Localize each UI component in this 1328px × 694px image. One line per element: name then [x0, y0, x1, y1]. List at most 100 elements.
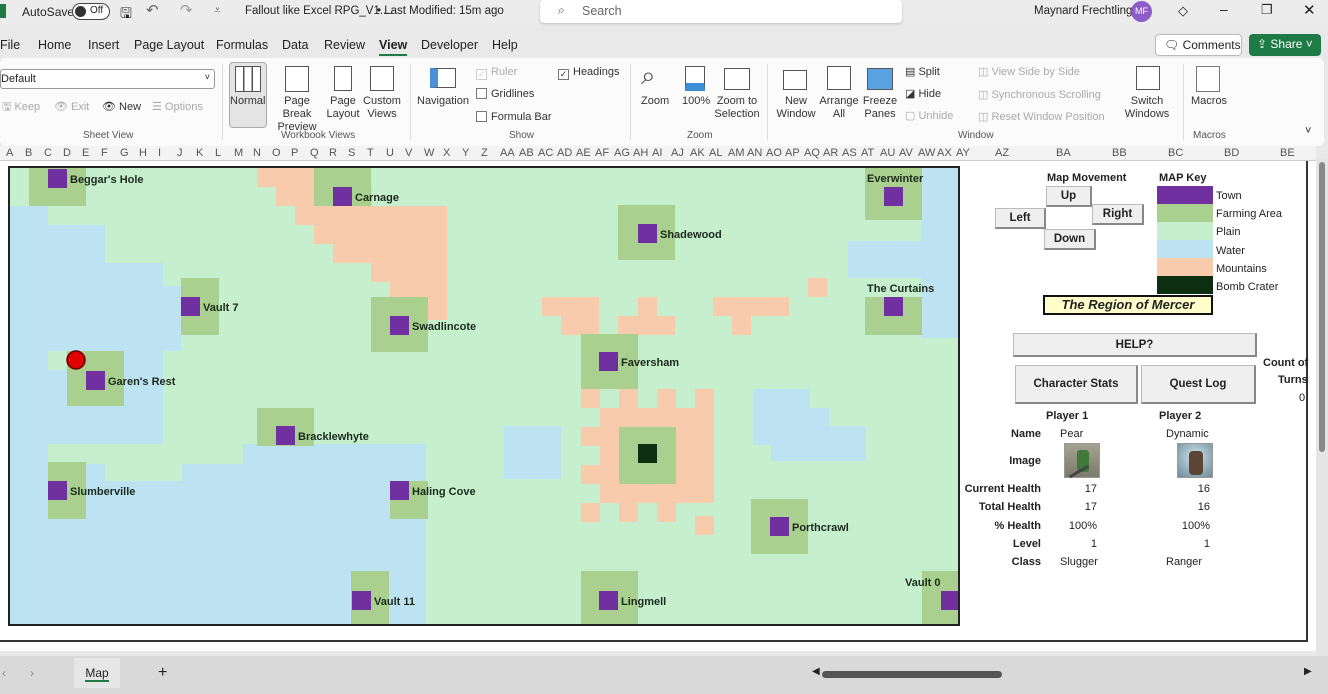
save-icon[interactable]: 🖫: [120, 3, 132, 27]
column-header-O[interactable]: O: [272, 147, 281, 159]
move-left-button[interactable]: Left: [995, 208, 1046, 229]
column-header-BC[interactable]: BC: [1168, 147, 1183, 159]
redo-icon[interactable]: ↷: [180, 1, 193, 19]
column-header-BE[interactable]: BE: [1280, 147, 1295, 159]
close-icon[interactable]: ✕: [1303, 1, 1316, 19]
column-header-S[interactable]: S: [348, 147, 355, 159]
add-sheet-icon[interactable]: +: [158, 664, 167, 682]
page-break-preview-button[interactable]: Page Break Preview: [270, 95, 324, 134]
column-header-D[interactable]: D: [63, 147, 71, 159]
share-button[interactable]: ⇪ Share ˅: [1249, 34, 1321, 56]
avatar[interactable]: MF: [1131, 1, 1152, 22]
tab-formulas[interactable]: Formulas: [216, 38, 268, 52]
column-header-AM[interactable]: AM: [728, 147, 745, 159]
column-header-BA[interactable]: BA: [1056, 147, 1071, 159]
column-header-AI[interactable]: AI: [652, 147, 662, 159]
column-header-B[interactable]: B: [25, 147, 32, 159]
comments-button[interactable]: 🗨 Comments: [1155, 34, 1242, 56]
column-header-AW[interactable]: AW: [918, 147, 935, 159]
macros-button[interactable]: Macros: [1191, 95, 1227, 108]
column-header-AP[interactable]: AP: [785, 147, 800, 159]
column-header-M[interactable]: M: [234, 147, 243, 159]
column-header-T[interactable]: T: [367, 147, 374, 159]
search-box[interactable]: ⌕ Search: [540, 0, 902, 23]
column-header-AU[interactable]: AU: [880, 147, 895, 159]
column-header-A[interactable]: A: [6, 147, 13, 159]
collapse-ribbon-icon[interactable]: ˅: [1305, 125, 1311, 137]
column-header-N[interactable]: N: [253, 147, 261, 159]
diamond-icon[interactable]: ◇: [1178, 3, 1188, 19]
scroll-right-icon[interactable]: ▶: [1304, 666, 1312, 677]
tab-help[interactable]: Help: [492, 38, 518, 52]
zoom-button[interactable]: Zoom: [641, 95, 669, 108]
freeze-panes-button[interactable]: Freeze Panes: [860, 95, 900, 121]
column-header-L[interactable]: L: [215, 147, 221, 159]
vertical-scroll-thumb[interactable]: [1319, 162, 1325, 452]
headings-checkbox[interactable]: ✓ Headings: [558, 66, 619, 80]
tab-insert[interactable]: Insert: [88, 38, 119, 52]
column-header-BD[interactable]: BD: [1224, 147, 1239, 159]
tab-file[interactable]: File: [0, 38, 20, 52]
column-header-G[interactable]: G: [120, 147, 129, 159]
column-header-J[interactable]: J: [177, 147, 183, 159]
horizontal-scroll-thumb[interactable]: [822, 671, 1002, 678]
column-header-F[interactable]: F: [101, 147, 108, 159]
new-sheet-view-button[interactable]: 👁 New: [102, 101, 141, 114]
prev-sheet-icon[interactable]: ‹: [2, 666, 6, 680]
quest-log-button[interactable]: Quest Log: [1141, 365, 1256, 404]
column-header-Z[interactable]: Z: [481, 147, 488, 159]
column-header-AX[interactable]: AX: [937, 147, 952, 159]
split-button[interactable]: ▤ Split: [905, 66, 940, 79]
column-header-U[interactable]: U: [386, 147, 394, 159]
tab-review[interactable]: Review: [324, 38, 365, 52]
column-header-AJ[interactable]: AJ: [671, 147, 684, 159]
column-header-Q[interactable]: Q: [310, 147, 319, 159]
column-header-AR[interactable]: AR: [823, 147, 838, 159]
navigation-button[interactable]: Navigation: [417, 95, 469, 108]
column-header-AF[interactable]: AF: [595, 147, 609, 159]
column-header-V[interactable]: V: [405, 147, 412, 159]
move-down-button[interactable]: Down: [1044, 229, 1096, 250]
column-header-Y[interactable]: Y: [462, 147, 469, 159]
next-sheet-icon[interactable]: ›: [30, 666, 34, 680]
column-header-AZ[interactable]: AZ: [995, 147, 1009, 159]
column-header-AC[interactable]: AC: [538, 147, 553, 159]
column-header-AV[interactable]: AV: [899, 147, 913, 159]
column-header-R[interactable]: R: [329, 147, 337, 159]
column-header-E[interactable]: E: [82, 147, 89, 159]
column-header-BB[interactable]: BB: [1112, 147, 1127, 159]
column-header-X[interactable]: X: [443, 147, 450, 159]
arrange-all-button[interactable]: Arrange All: [818, 95, 860, 121]
tab-data[interactable]: Data: [282, 38, 308, 52]
character-stats-button[interactable]: Character Stats: [1015, 365, 1138, 404]
tab-home[interactable]: Home: [38, 38, 71, 52]
tab-view[interactable]: View: [379, 38, 408, 56]
column-header-AN[interactable]: AN: [747, 147, 762, 159]
player-marker[interactable]: [66, 350, 86, 370]
column-header-C[interactable]: C: [44, 147, 52, 159]
tab-developer[interactable]: Developer: [421, 38, 478, 52]
autosave-toggle[interactable]: Off: [72, 3, 110, 20]
column-header-K[interactable]: K: [196, 147, 203, 159]
column-header-AH[interactable]: AH: [633, 147, 648, 159]
last-modified[interactable]: • Last Modified: 15m ago: [377, 5, 504, 17]
zoom-100-button[interactable]: 100%: [682, 95, 710, 108]
column-header-AK[interactable]: AK: [690, 147, 705, 159]
zoom-to-selection-button[interactable]: Zoom to Selection: [714, 95, 760, 121]
column-header-AD[interactable]: AD: [557, 147, 572, 159]
column-header-AL[interactable]: AL: [709, 147, 722, 159]
column-header-I[interactable]: I: [158, 147, 161, 159]
scroll-left-icon[interactable]: ◀: [812, 666, 820, 677]
sheet-tab-map[interactable]: Map: [74, 658, 120, 688]
move-right-button[interactable]: Right: [1092, 204, 1144, 225]
formula-bar-checkbox[interactable]: Formula Bar: [476, 111, 552, 124]
custom-views-button[interactable]: Custom Views: [362, 95, 402, 121]
column-header-AS[interactable]: AS: [842, 147, 857, 159]
minimize-icon[interactable]: –: [1220, 1, 1228, 17]
column-header-AB[interactable]: AB: [519, 147, 534, 159]
sheet-view-dropdown[interactable]: Default ˅: [0, 69, 215, 89]
column-header-AE[interactable]: AE: [576, 147, 591, 159]
column-header-AA[interactable]: AA: [500, 147, 515, 159]
column-header-AQ[interactable]: AQ: [804, 147, 820, 159]
column-header-H[interactable]: H: [139, 147, 147, 159]
